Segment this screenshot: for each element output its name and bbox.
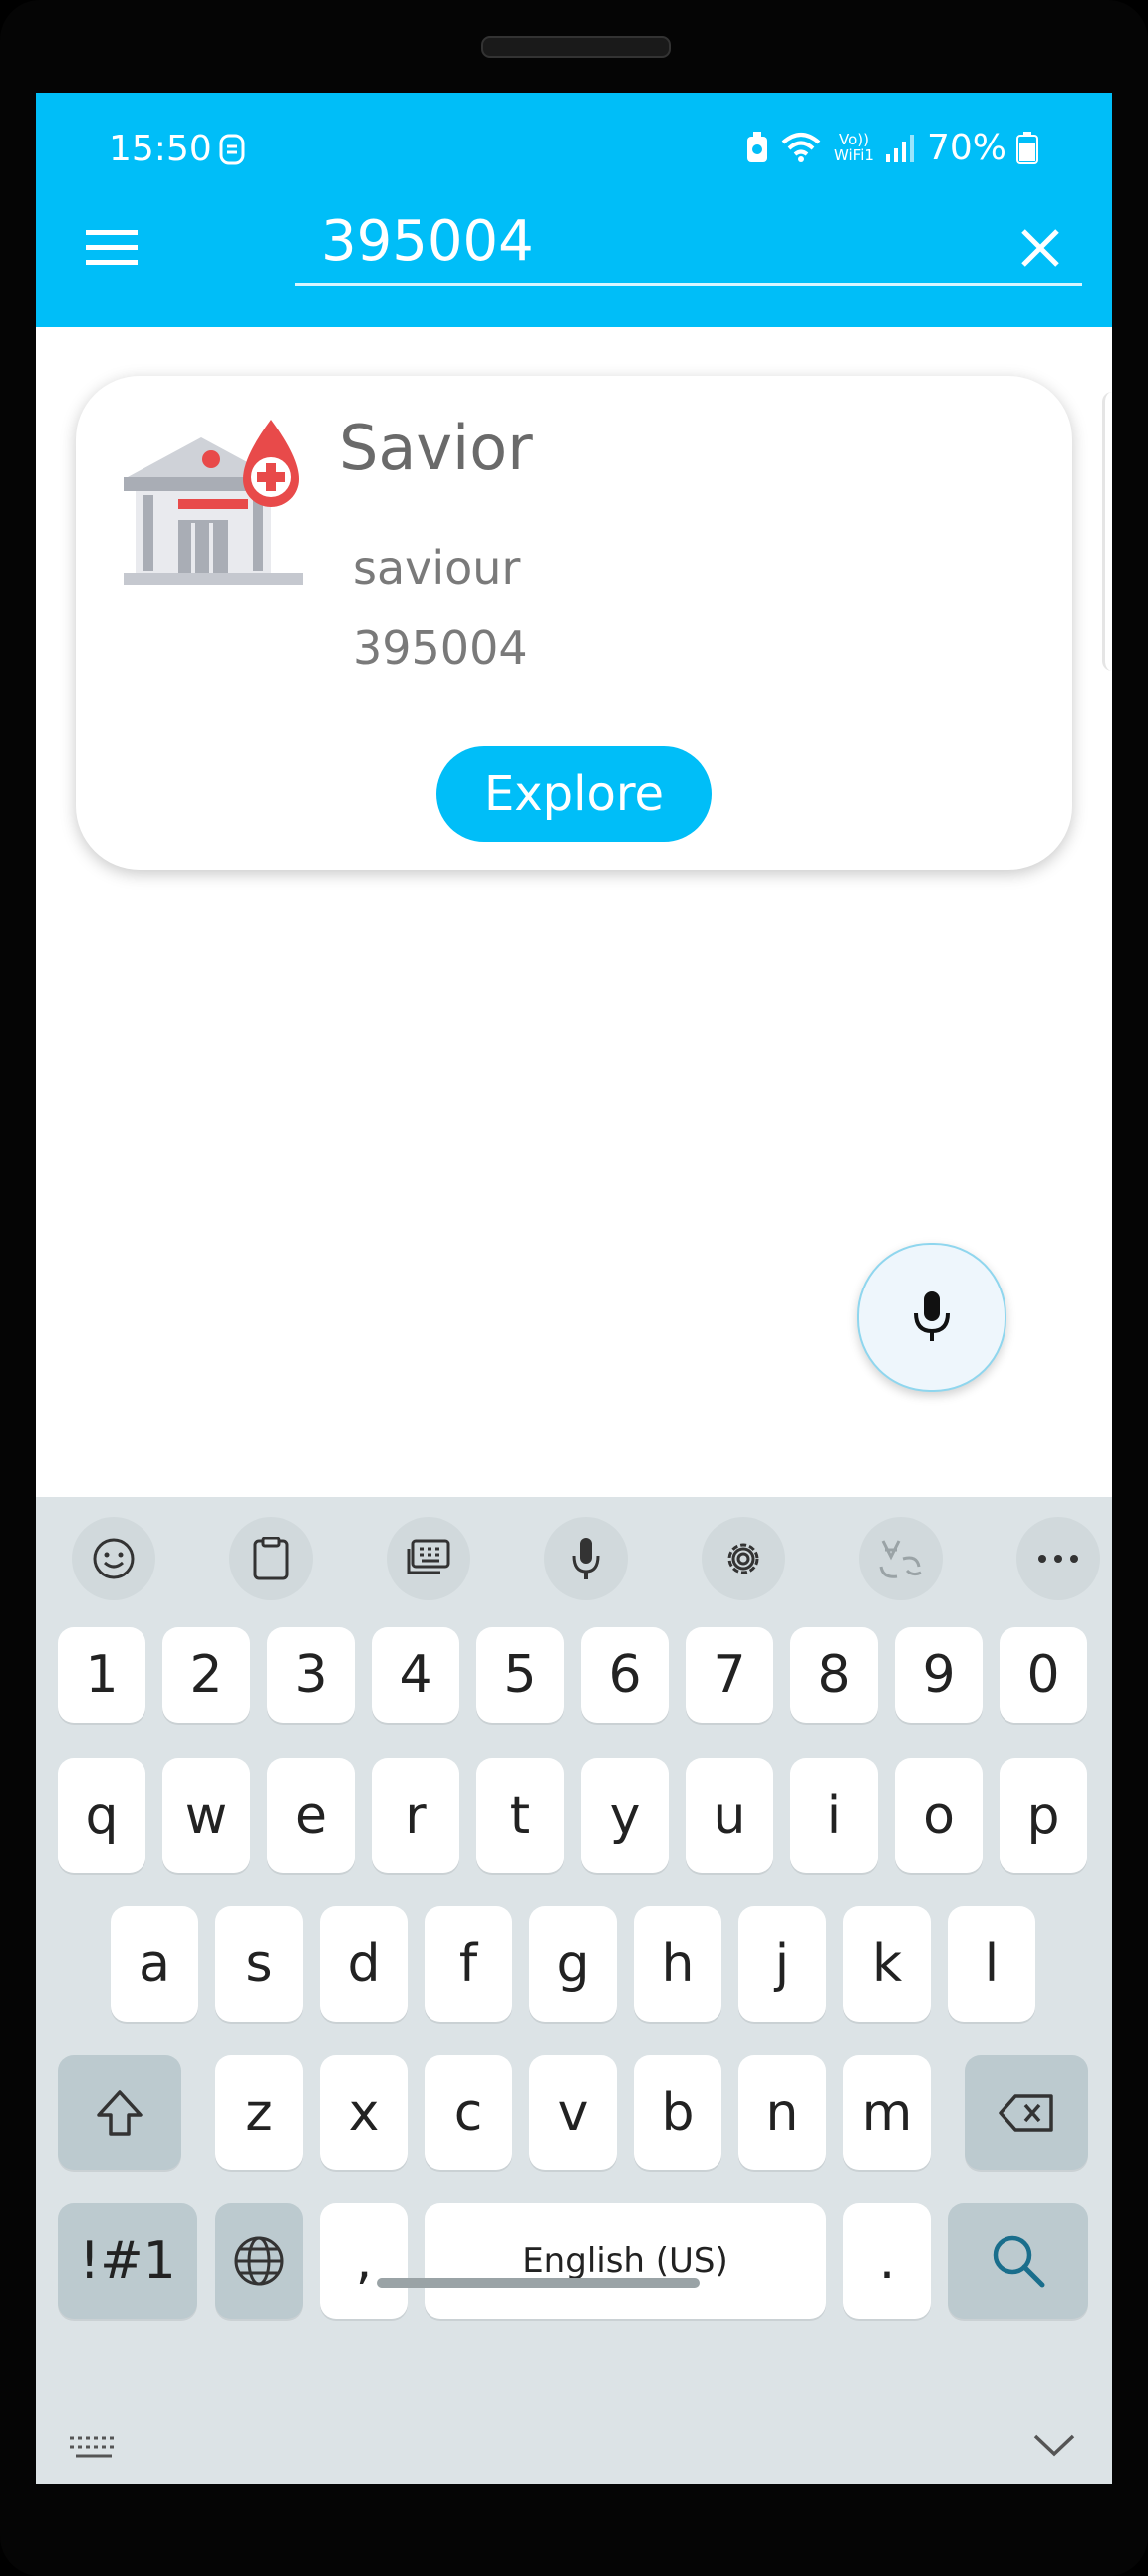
battery-percent: 70% — [926, 127, 1006, 168]
key-q[interactable]: q — [58, 1758, 145, 1873]
space-key[interactable]: English (US) — [425, 2203, 826, 2319]
shift-icon — [97, 2090, 143, 2136]
key-w[interactable]: w — [162, 1758, 250, 1873]
menu-icon[interactable] — [84, 228, 140, 268]
backspace-key[interactable] — [965, 2055, 1088, 2170]
key-d[interactable]: d — [320, 1906, 408, 2022]
microphone-icon — [572, 1538, 600, 1579]
key-x[interactable]: x — [320, 2055, 408, 2170]
translate-icon — [879, 1540, 922, 1578]
translate-button[interactable] — [859, 1517, 943, 1600]
search-input[interactable] — [295, 200, 1082, 286]
explore-button[interactable]: Explore — [436, 746, 712, 842]
key-f[interactable]: f — [425, 1906, 512, 2022]
language-key[interactable] — [215, 2203, 303, 2319]
key-e[interactable]: e — [267, 1758, 355, 1873]
sim-lock-icon — [219, 134, 245, 165]
key-r[interactable]: r — [372, 1758, 459, 1873]
battery-saver-icon — [746, 132, 767, 162]
search-action-key[interactable] — [948, 2203, 1088, 2319]
key-c[interactable]: c — [425, 2055, 512, 2170]
key-k[interactable]: k — [843, 1906, 931, 2022]
chevron-down-icon[interactable] — [1032, 2432, 1076, 2459]
period-key[interactable]: . — [843, 2203, 931, 2319]
emoji-icon — [93, 1538, 135, 1579]
key-4[interactable]: 4 — [372, 1627, 459, 1723]
key-t[interactable]: t — [476, 1758, 564, 1873]
home-indicator[interactable] — [377, 2278, 700, 2288]
card-pincode: 395004 — [353, 621, 528, 675]
settings-icon — [727, 1543, 759, 1574]
more-button[interactable] — [1016, 1517, 1100, 1600]
key-m[interactable]: m — [843, 2055, 931, 2170]
key-j[interactable]: j — [738, 1906, 826, 2022]
clipboard-icon — [253, 1537, 289, 1580]
key-9[interactable]: 9 — [895, 1627, 983, 1723]
key-i[interactable]: i — [790, 1758, 878, 1873]
keyboard-mode-button[interactable] — [387, 1517, 470, 1600]
voice-search-button[interactable] — [857, 1243, 1006, 1392]
clipboard-button[interactable] — [229, 1517, 313, 1600]
card-subtitle: saviour — [353, 541, 521, 595]
globe-icon — [234, 2236, 284, 2286]
key-u[interactable]: u — [686, 1758, 773, 1873]
voice-input-button[interactable] — [544, 1517, 628, 1600]
next-card-edge — [1102, 392, 1112, 671]
app-bar: 15:50 Vo)) WiFi1 70% 395004 — [36, 93, 1112, 327]
wifi-icon — [781, 133, 821, 162]
search-icon — [993, 2235, 1044, 2288]
emoji-button[interactable] — [72, 1517, 155, 1600]
screen: 15:50 Vo)) WiFi1 70% 395004 Savior savio… — [36, 93, 1112, 2484]
backspace-icon — [999, 2094, 1053, 2132]
key-b[interactable]: b — [634, 2055, 721, 2170]
key-3[interactable]: 3 — [267, 1627, 355, 1723]
keyboard-mode-icon — [407, 1539, 450, 1574]
key-h[interactable]: h — [634, 1906, 721, 2022]
key-n[interactable]: n — [738, 2055, 826, 2170]
key-y[interactable]: y — [581, 1758, 669, 1873]
key-g[interactable]: g — [529, 1906, 617, 2022]
key-0[interactable]: 0 — [1000, 1627, 1087, 1723]
close-icon[interactable] — [1017, 225, 1063, 271]
hospital-blood-icon — [124, 420, 303, 585]
key-8[interactable]: 8 — [790, 1627, 878, 1723]
key-7[interactable]: 7 — [686, 1627, 773, 1723]
comma-key[interactable]: , — [320, 2203, 408, 2319]
keyboard-hide-icon[interactable] — [68, 2435, 120, 2463]
key-v[interactable]: v — [529, 2055, 617, 2170]
key-5[interactable]: 5 — [476, 1627, 564, 1723]
microphone-icon — [914, 1291, 950, 1341]
more-icon — [1038, 1555, 1078, 1563]
key-1[interactable]: 1 — [58, 1627, 145, 1723]
settings-button[interactable] — [702, 1517, 785, 1600]
key-a[interactable]: a — [111, 1906, 198, 2022]
battery-icon — [1016, 132, 1038, 164]
blood-bank-card[interactable]: Savior saviour 395004 Explore — [76, 376, 1072, 870]
shift-key[interactable] — [58, 2055, 181, 2170]
volte-wifi-label: Vo)) WiFi1 — [834, 131, 874, 164]
key-l[interactable]: l — [948, 1906, 1035, 2022]
symbols-key[interactable]: !#1 — [58, 2203, 197, 2319]
status-icons: Vo)) WiFi1 70% — [745, 127, 1038, 168]
key-p[interactable]: p — [1000, 1758, 1087, 1873]
status-time: 15:50 — [109, 129, 212, 169]
key-2[interactable]: 2 — [162, 1627, 250, 1723]
on-screen-keyboard: 1 2 3 4 5 6 7 8 9 0 q w e r t y u i o p … — [36, 1497, 1112, 2484]
key-6[interactable]: 6 — [581, 1627, 669, 1723]
card-title: Savior — [339, 412, 533, 484]
key-z[interactable]: z — [215, 2055, 303, 2170]
key-s[interactable]: s — [215, 1906, 303, 2022]
earpiece-speaker — [481, 36, 671, 58]
phone-frame: 15:50 Vo)) WiFi1 70% 395004 Savior savio… — [0, 0, 1148, 2576]
signal-icon — [885, 135, 914, 162]
key-o[interactable]: o — [895, 1758, 983, 1873]
